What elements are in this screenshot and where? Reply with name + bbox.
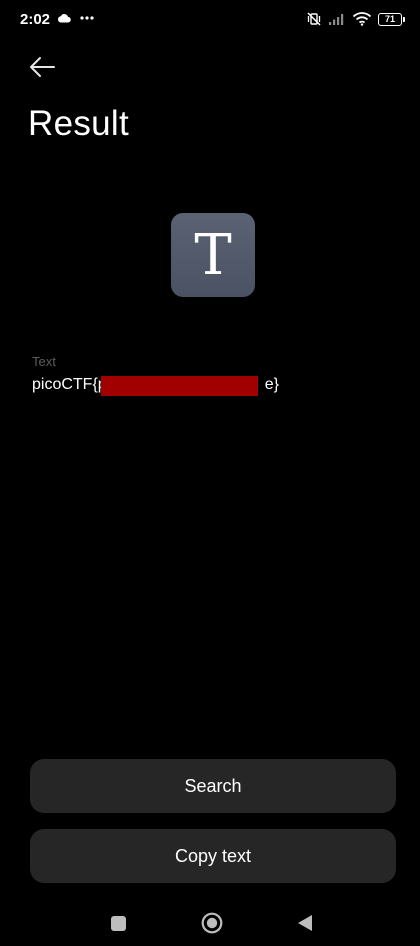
wifi-icon — [352, 12, 372, 26]
recents-square-icon[interactable] — [111, 916, 126, 931]
cloud-icon — [58, 14, 71, 23]
search-button[interactable]: Search — [30, 759, 396, 813]
status-bar: 2:02 71 — [0, 0, 420, 40]
status-right-icons: 71 — [306, 11, 405, 27]
more-dots-icon — [80, 16, 95, 20]
home-circle-icon[interactable] — [201, 912, 223, 934]
text-value-suffix: e} — [264, 376, 279, 393]
status-time: 2:02 — [20, 11, 51, 28]
text-type-letter: T — [194, 223, 232, 288]
back-triangle-icon[interactable] — [297, 914, 313, 932]
text-value-prefix: picoCTF{p — [32, 376, 107, 393]
battery-level: 71 — [384, 14, 395, 24]
back-button[interactable] — [24, 52, 60, 82]
status-left-icons — [57, 13, 95, 31]
battery-icon: 71 — [378, 12, 405, 26]
navigation-bar — [0, 900, 420, 946]
redaction-box — [101, 376, 258, 396]
copy-text-button[interactable]: Copy text — [30, 829, 396, 883]
text-type-icon: T — [171, 213, 255, 297]
text-field-label: Text — [32, 354, 56, 369]
page-title: Result — [28, 104, 130, 143]
arrow-left-icon — [30, 57, 55, 77]
signal-icon — [329, 14, 344, 25]
vibrate-off-icon — [307, 12, 321, 26]
